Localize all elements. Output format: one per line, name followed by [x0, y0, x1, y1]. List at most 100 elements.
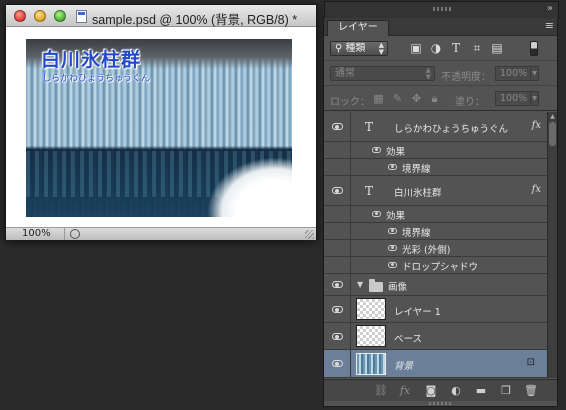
close-window-button[interactable]	[14, 10, 26, 22]
visibility-toggle[interactable]	[324, 323, 351, 349]
text-layer-icon: T	[365, 184, 374, 198]
panel-menu-icon[interactable]: ≡	[545, 19, 554, 32]
visibility-toggle[interactable]	[324, 350, 351, 377]
add-mask-icon[interactable]: ◙	[424, 384, 438, 398]
layer-row-selected[interactable]: 背景 ⊡	[324, 350, 547, 378]
canvas-overlay-subtitle: しらかわひょうちゅうぐん	[42, 74, 151, 84]
filter-toggle-switch[interactable]	[530, 41, 538, 56]
filter-kind-select[interactable]: ⚲ 種類 ▲ ▼	[330, 41, 388, 56]
eye-column	[324, 240, 351, 256]
document-window: sample.psd @ 100% (背景, RGB/8) * 白川氷柱群 しら…	[5, 4, 317, 240]
folder-icon	[369, 279, 383, 292]
layer-name[interactable]: レイヤー 1	[394, 304, 441, 318]
layer-name[interactable]: しらかわひょうちゅうぐん	[394, 121, 508, 135]
resize-grip-icon[interactable]	[305, 230, 314, 239]
visibility-toggle[interactable]	[324, 296, 351, 322]
effect-row[interactable]: 境界線	[324, 223, 547, 240]
shape-filter-icon[interactable]: ⌗	[469, 41, 485, 56]
fill-field[interactable]: 100% ▼	[495, 91, 539, 106]
document-status-bar: 100%	[6, 227, 316, 240]
panel-dock-header[interactable]: »	[324, 1, 559, 18]
fill-dropdown-icon[interactable]: ▼	[530, 91, 539, 106]
lock-transparency-icon[interactable]: ▦	[372, 92, 385, 105]
psd-file-icon	[76, 10, 87, 23]
layer-row[interactable]: ベース	[324, 323, 547, 350]
status-divider	[64, 228, 65, 240]
photo-snow	[207, 157, 292, 217]
layer-row[interactable]: T 白川氷柱群 fx	[324, 176, 547, 206]
eye-icon[interactable]	[388, 245, 397, 251]
eye-icon[interactable]	[388, 262, 397, 268]
document-title: sample.psd @ 100% (背景, RGB/8) *	[92, 13, 298, 27]
lock-row: ロック： ▦ ✎ ✥ 🔒︎ 塗り： 100% ▼	[324, 87, 557, 111]
tab-layers[interactable]: レイヤー	[327, 20, 389, 36]
blend-mode-value: 通常	[335, 68, 355, 79]
collapse-panels-icon[interactable]: »	[547, 3, 553, 14]
document-canvas[interactable]: 白川氷柱群 しらかわひょうちゅうぐん	[6, 27, 316, 227]
effect-row[interactable]: 境界線	[324, 159, 547, 176]
blend-row: 通常 ▲ ▼ 不透明度： 100% ▼	[324, 62, 557, 86]
effects-label: 効果	[386, 211, 406, 222]
new-layer-icon[interactable]: ❐	[499, 384, 513, 398]
opacity-label: 不透明度：	[441, 72, 491, 83]
eye-icon	[332, 333, 343, 340]
link-layers-icon[interactable]: ⛓	[374, 384, 388, 398]
effects-label: 効果	[386, 147, 406, 158]
visibility-toggle[interactable]	[324, 176, 351, 205]
eye-icon[interactable]	[388, 228, 397, 234]
layer-group-row[interactable]: ▼ 画像	[324, 274, 547, 296]
search-icon: ⚲	[335, 43, 343, 54]
effects-row[interactable]: 効果	[324, 142, 547, 159]
eye-icon[interactable]	[372, 211, 381, 217]
lock-all-icon[interactable]: 🔒︎	[428, 92, 441, 105]
opacity-field[interactable]: 100% ▼	[495, 66, 539, 81]
eye-column	[324, 257, 351, 273]
layer-name[interactable]: 背景	[394, 358, 413, 372]
visibility-toggle[interactable]	[324, 274, 351, 295]
zoom-window-button[interactable]	[54, 10, 66, 22]
filter-kind-label: 種類	[345, 43, 366, 54]
scroll-up-icon[interactable]: ▲	[548, 112, 557, 121]
eye-icon[interactable]	[372, 147, 381, 153]
document-titlebar[interactable]: sample.psd @ 100% (背景, RGB/8) *	[6, 5, 316, 27]
adjustment-filter-icon[interactable]: ◑	[428, 41, 444, 56]
effect-row[interactable]: ドロップシャドウ	[324, 257, 547, 274]
effect-label: 境界線	[402, 164, 431, 175]
lock-icon: ⊡	[526, 357, 535, 368]
fill-value: 100%	[500, 93, 528, 104]
canvas-photo: 白川氷柱群 しらかわひょうちゅうぐん	[26, 39, 292, 217]
scroll-thumb[interactable]	[549, 122, 556, 146]
document-info-icon[interactable]	[70, 229, 80, 239]
smart-object-filter-icon[interactable]: ▤	[489, 41, 505, 56]
disclosure-triangle-icon[interactable]: ▼	[357, 280, 363, 289]
layer-row[interactable]: レイヤー 1	[324, 296, 547, 323]
eye-icon	[332, 187, 343, 194]
eye-icon[interactable]	[388, 164, 397, 170]
fx-icon[interactable]: fx	[532, 120, 541, 131]
fx-icon[interactable]: fx	[532, 184, 541, 195]
layer-thumbnail	[356, 353, 386, 375]
text-layer-icon: T	[365, 120, 374, 134]
layers-scrollbar[interactable]: ▲	[547, 112, 557, 378]
blend-mode-select[interactable]: 通常 ▲ ▼	[330, 66, 435, 81]
new-adjustment-layer-icon[interactable]: ◐	[449, 384, 463, 398]
visibility-toggle[interactable]	[324, 112, 351, 141]
zoom-level[interactable]: 100%	[22, 228, 51, 239]
type-filter-icon[interactable]: T	[448, 41, 464, 56]
layer-name[interactable]: 画像	[388, 279, 407, 293]
new-group-icon[interactable]: ▬	[474, 384, 488, 398]
effects-row[interactable]: 効果	[324, 206, 547, 223]
lock-image-brush-icon[interactable]: ✎	[391, 92, 404, 105]
lock-position-move-icon[interactable]: ✥	[410, 92, 423, 105]
trash-icon[interactable]: 🗑︎	[524, 384, 538, 398]
layer-row[interactable]: T しらかわひょうちゅうぐん fx	[324, 112, 547, 142]
opacity-dropdown-icon[interactable]: ▼	[530, 66, 539, 81]
layer-name[interactable]: ベース	[394, 331, 422, 345]
effect-row[interactable]: 光彩 (外側)	[324, 240, 547, 257]
panel-resize-grip-icon[interactable]	[429, 402, 451, 405]
eye-column	[324, 223, 351, 239]
minimize-window-button[interactable]	[34, 10, 46, 22]
image-filter-icon[interactable]: ▣	[408, 41, 424, 56]
layer-name[interactable]: 白川氷柱群	[394, 185, 442, 199]
add-layer-style-icon[interactable]: fx	[398, 384, 412, 398]
